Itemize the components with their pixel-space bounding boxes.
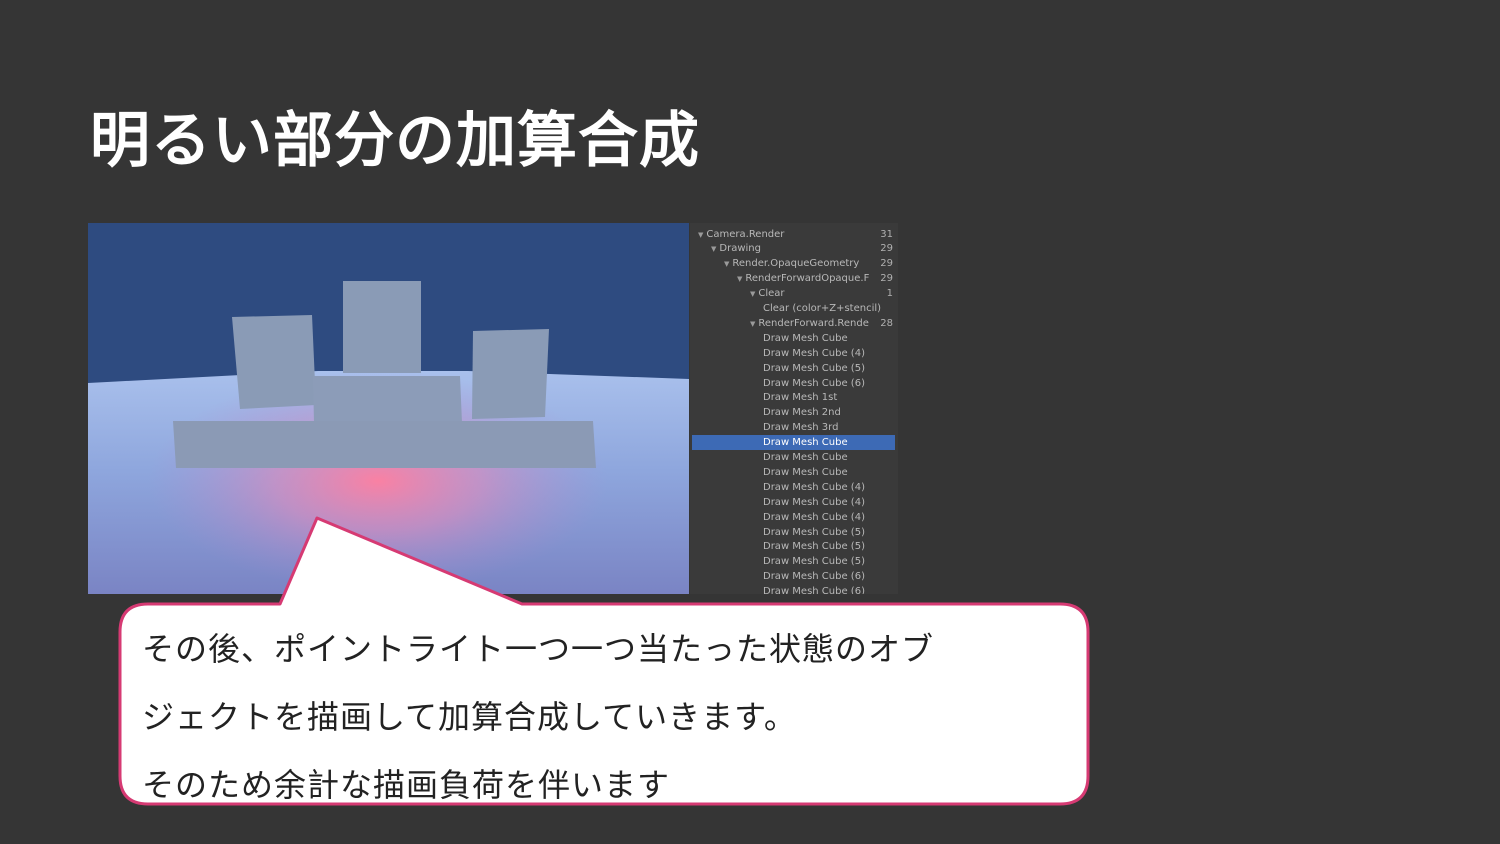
callout-line-1: その後、ポイントライト一つ一つ当たった状態のオブ: [142, 630, 935, 668]
callout-line-3: そのため余計な描画負荷を伴います: [142, 766, 671, 804]
callout-text: その後、ポイントライト一つ一つ当たった状態のオブ ジェクトを描画して加算合成して…: [142, 615, 1072, 819]
callout-line-2: ジェクトを描画して加算合成していきます。: [142, 698, 797, 736]
